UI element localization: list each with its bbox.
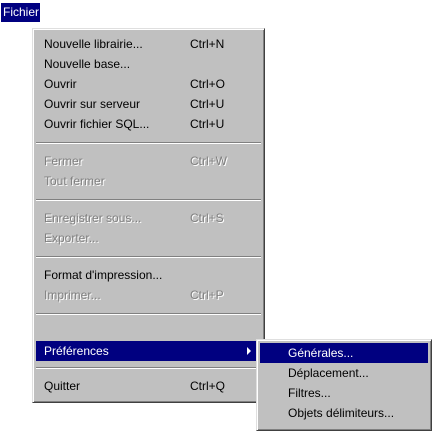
menu-separator xyxy=(36,199,261,201)
menu-item-fermer[interactable]: Fermer Ctrl+W xyxy=(36,151,261,171)
fichier-dropdown-menu: Nouvelle librairie... Ctrl+N Nouvelle ba… xyxy=(32,28,265,403)
menu-item-ouvrir-sur-serveur[interactable]: Ouvrir sur serveur Ctrl+U xyxy=(36,94,261,114)
menu-item-format-impression[interactable]: Format d'impression... xyxy=(36,265,261,285)
preferences-submenu: Générales... Déplacement... Filtres... O… xyxy=(256,339,432,431)
menu-item-ouvrir[interactable]: Ouvrir Ctrl+O xyxy=(36,74,261,94)
menu-item-nouvelle-base[interactable]: Nouvelle base... xyxy=(36,54,261,74)
menu-separator xyxy=(36,256,261,258)
menu-item-ouvrir-fichier-sql[interactable]: Ouvrir fichier SQL... Ctrl+U xyxy=(36,114,261,134)
menu-item-preferences[interactable]: Préférences xyxy=(36,341,261,361)
menu-item-tout-fermer[interactable]: Tout fermer xyxy=(36,171,261,191)
menu-item-quitter[interactable]: Quitter Ctrl+Q xyxy=(36,376,261,396)
submenu-item-objets-delimiteurs[interactable]: Objets délimiteurs... xyxy=(260,403,428,423)
menu-fichier[interactable]: Fichier xyxy=(1,3,40,22)
triangle-right-icon xyxy=(247,347,251,355)
menu-item-enregistrer-sous[interactable]: Enregistrer sous... Ctrl+S xyxy=(36,208,261,228)
menu-separator xyxy=(36,142,261,144)
submenu-item-filtres[interactable]: Filtres... xyxy=(260,383,428,403)
menu-item-imprimer[interactable]: Imprimer... Ctrl+P xyxy=(36,285,261,305)
menu-separator xyxy=(36,313,261,315)
menu-separator xyxy=(36,367,261,369)
submenu-item-generales[interactable]: Générales... xyxy=(260,343,428,363)
menu-fichier-label: Fichier xyxy=(3,5,40,19)
submenu-item-deplacement[interactable]: Déplacement... xyxy=(260,363,428,383)
menu-item-exporter[interactable]: Exporter... xyxy=(36,228,261,248)
menu-item-nouvelle-librairie[interactable]: Nouvelle librairie... Ctrl+N xyxy=(36,34,261,54)
